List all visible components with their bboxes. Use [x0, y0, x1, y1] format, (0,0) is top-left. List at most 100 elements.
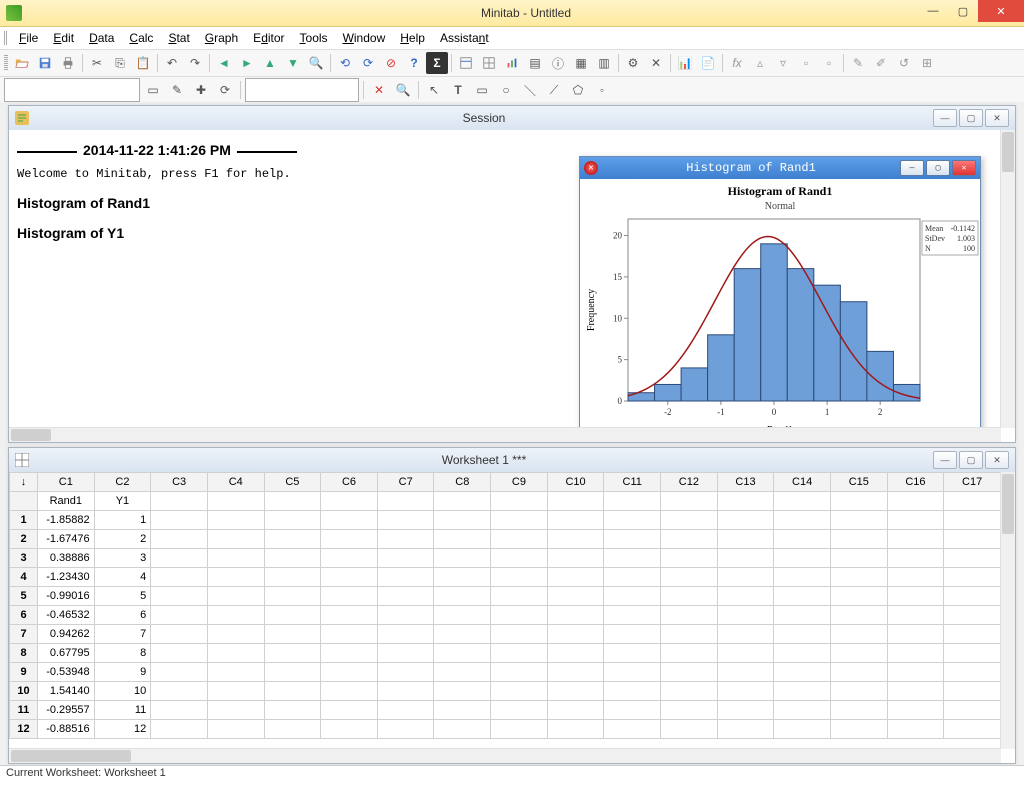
cell[interactable] [377, 682, 434, 701]
copy-button[interactable]: ⎘ [109, 52, 131, 74]
worksheet-hscroll[interactable] [9, 748, 1001, 763]
menu-editor[interactable]: Editor [247, 29, 290, 47]
cell[interactable] [321, 587, 378, 606]
row-header[interactable]: 6 [10, 606, 38, 625]
toolbar-d-button[interactable]: ▫ [818, 52, 840, 74]
worksheet-close-button[interactable]: ✕ [985, 451, 1009, 469]
oval-tool[interactable]: ○ [495, 79, 517, 101]
column-header[interactable]: C13 [717, 473, 774, 492]
column-header[interactable]: C4 [207, 473, 264, 492]
menu-assistant[interactable]: Assistant [434, 29, 495, 47]
show-graph-button[interactable] [501, 52, 523, 74]
cell[interactable] [717, 701, 774, 720]
column-header[interactable]: C3 [151, 473, 208, 492]
cell[interactable] [434, 530, 491, 549]
cell[interactable]: 1.54140 [38, 682, 95, 701]
toolbar-c-button[interactable]: ▫ [795, 52, 817, 74]
menu-help[interactable]: Help [394, 29, 431, 47]
cell[interactable] [604, 701, 661, 720]
cell[interactable] [321, 682, 378, 701]
reportpad-button[interactable]: 📄 [697, 52, 719, 74]
row-header[interactable]: 10 [10, 682, 38, 701]
cell[interactable] [830, 511, 887, 530]
cell[interactable] [717, 625, 774, 644]
cell[interactable] [151, 663, 208, 682]
cell[interactable] [604, 606, 661, 625]
cell[interactable] [887, 568, 944, 587]
column-name-cell[interactable] [774, 492, 831, 511]
nav-prev-button[interactable]: ◄ [213, 52, 235, 74]
show-worksheet-button[interactable] [478, 52, 500, 74]
cell[interactable] [264, 549, 321, 568]
edit-tool-c[interactable]: ↺ [893, 52, 915, 74]
cell[interactable] [264, 720, 321, 739]
show-session-button[interactable] [455, 52, 477, 74]
cell[interactable] [717, 587, 774, 606]
cell[interactable] [661, 530, 718, 549]
column-name-cell[interactable] [717, 492, 774, 511]
session-minimize-button[interactable]: — [933, 109, 957, 127]
cell[interactable] [604, 644, 661, 663]
worksheet-maximize-button[interactable]: ▢ [959, 451, 983, 469]
histogram-close-button[interactable]: ✕ [952, 160, 976, 176]
cell[interactable] [207, 663, 264, 682]
polygon-tool[interactable]: ⬠ [567, 79, 589, 101]
menu-tools[interactable]: Tools [294, 29, 334, 47]
cell[interactable] [377, 606, 434, 625]
cell[interactable] [944, 606, 1001, 625]
menu-data[interactable]: Data [83, 29, 120, 47]
cell[interactable] [377, 568, 434, 587]
nav-up-button[interactable]: ▲ [259, 52, 281, 74]
cancel-button[interactable]: ⊘ [380, 52, 402, 74]
row-header[interactable]: 8 [10, 644, 38, 663]
cell[interactable] [887, 511, 944, 530]
cell[interactable] [207, 530, 264, 549]
cell[interactable] [774, 568, 831, 587]
cell[interactable] [604, 720, 661, 739]
cell[interactable] [661, 606, 718, 625]
cell[interactable] [377, 530, 434, 549]
cell[interactable] [434, 606, 491, 625]
polyline-tool[interactable]: ⟋ [543, 79, 565, 101]
cell[interactable] [661, 549, 718, 568]
cell[interactable] [887, 701, 944, 720]
cell[interactable] [547, 644, 604, 663]
line-tool[interactable]: ＼ [519, 79, 541, 101]
find-graph-button[interactable]: 🔍 [392, 79, 414, 101]
worksheet-titlebar[interactable]: Worksheet 1 *** — ▢ ✕ [9, 448, 1015, 473]
column-header[interactable]: C17 [944, 473, 1001, 492]
histogram-plot[interactable]: Histogram of Rand1Normal05101520-2-1012R… [580, 179, 980, 428]
session-body[interactable]: 2014-11-22 1:41:26 PM Welcome to Minitab… [9, 130, 1001, 428]
cell[interactable] [661, 663, 718, 682]
cell[interactable] [491, 663, 548, 682]
rect-tool[interactable]: ▭ [471, 79, 493, 101]
cell[interactable] [321, 701, 378, 720]
cell[interactable] [491, 568, 548, 587]
cell[interactable]: -0.53948 [38, 663, 95, 682]
column-header[interactable]: C8 [434, 473, 491, 492]
row-header[interactable]: 1 [10, 511, 38, 530]
cell[interactable] [830, 701, 887, 720]
menu-window[interactable]: Window [337, 29, 392, 47]
cell[interactable] [321, 511, 378, 530]
column-header[interactable]: C6 [321, 473, 378, 492]
cell[interactable] [434, 720, 491, 739]
cell[interactable]: 1 [94, 511, 151, 530]
cell[interactable] [604, 549, 661, 568]
cell[interactable] [321, 606, 378, 625]
cell[interactable] [717, 511, 774, 530]
cell[interactable] [661, 701, 718, 720]
cell[interactable]: -1.23430 [38, 568, 95, 587]
cell[interactable] [604, 663, 661, 682]
column-header[interactable]: C10 [547, 473, 604, 492]
column-header[interactable]: C2 [94, 473, 151, 492]
text-tool[interactable]: T [447, 79, 469, 101]
row-header[interactable]: 3 [10, 549, 38, 568]
cell[interactable]: -1.67476 [38, 530, 95, 549]
cell[interactable] [830, 606, 887, 625]
column-header[interactable]: C7 [377, 473, 434, 492]
item-selector-combo[interactable] [4, 78, 140, 102]
paste-button[interactable]: 📋 [132, 52, 154, 74]
cell[interactable]: 8 [94, 644, 151, 663]
cell[interactable]: 10 [94, 682, 151, 701]
